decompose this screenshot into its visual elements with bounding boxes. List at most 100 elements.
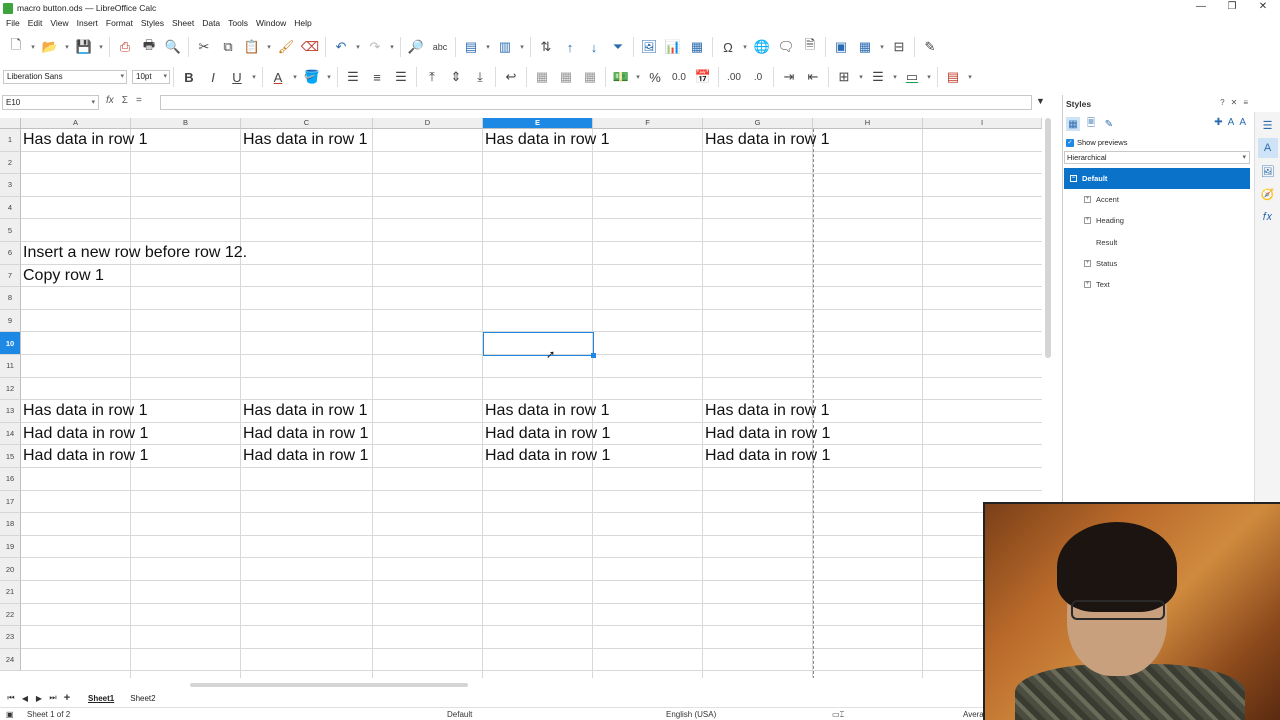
sheet-tab-sheet2[interactable]: Sheet2	[122, 694, 163, 703]
sum-icon[interactable]: Σ	[122, 95, 128, 106]
menu-window[interactable]: Window	[252, 18, 290, 28]
copy-icon[interactable]: ⧉	[216, 35, 240, 59]
row-header-20[interactable]: 20	[0, 558, 21, 581]
unmerge-cells-icon[interactable]: ▦	[578, 65, 602, 89]
menu-tools[interactable]: Tools	[224, 18, 252, 28]
formula-input[interactable]	[160, 95, 1032, 110]
row-header-10[interactable]: 10	[0, 332, 21, 355]
expander-icon[interactable]: +	[1084, 259, 1091, 267]
page-styles-icon[interactable]: 🗏	[1084, 117, 1098, 131]
previous-sheet-icon[interactable]: ◀	[18, 694, 32, 703]
name-box[interactable]: E10 ▾	[2, 95, 99, 110]
cell-styles-icon[interactable]: ▦	[1066, 117, 1080, 131]
cell-c14[interactable]: Had data in row 1	[241, 423, 368, 445]
comment-icon[interactable]: 🗨	[774, 35, 798, 59]
open-folder-icon[interactable]: 📂	[38, 35, 62, 59]
style-item-default[interactable]: − Default	[1064, 168, 1250, 189]
merge-cells-icon[interactable]: ▦	[554, 65, 578, 89]
undo-dropdown-icon[interactable]: ▾	[353, 35, 363, 59]
sheet-tab-sheet1[interactable]: Sheet1	[80, 694, 122, 703]
border-style-dropdown-icon[interactable]: ▾	[890, 65, 900, 89]
cell-c1[interactable]: Has data in row 1	[241, 129, 368, 151]
column-header-c[interactable]: C	[241, 118, 373, 129]
row-header-18[interactable]: 18	[0, 513, 21, 536]
minimize-button[interactable]: —	[1186, 0, 1216, 16]
font-size-dropdown-icon[interactable]: ▾	[163, 71, 167, 83]
expander-icon[interactable]: +	[1084, 217, 1091, 225]
cell-a7[interactable]: Copy row 1	[21, 265, 104, 287]
cell-e13[interactable]: Has data in row 1	[483, 400, 610, 422]
font-color-dropdown-icon[interactable]: ▾	[290, 65, 300, 89]
cell-g15[interactable]: Had data in row 1	[703, 445, 830, 467]
special-character-dropdown-icon[interactable]: ▾	[740, 35, 750, 59]
insert-image-icon[interactable]: 🖼	[637, 35, 661, 59]
increase-indent-icon[interactable]: ⇥	[777, 65, 801, 89]
expand-formula-bar-icon[interactable]: ▼	[1036, 96, 1045, 106]
style-item-heading[interactable]: + Heading	[1064, 210, 1250, 231]
row-header-22[interactable]: 22	[0, 603, 21, 627]
currency-dropdown-icon[interactable]: ▾	[633, 65, 643, 89]
formula-icon[interactable]: =	[136, 95, 142, 106]
underline-dropdown-icon[interactable]: ▾	[249, 65, 259, 89]
expander-icon[interactable]: +	[1084, 196, 1091, 203]
row-header-14[interactable]: 14	[0, 422, 21, 446]
menu-edit[interactable]: Edit	[24, 18, 47, 28]
menu-file[interactable]: File	[2, 18, 24, 28]
open-dropdown-icon[interactable]: ▾	[62, 35, 72, 59]
menu-format[interactable]: Format	[102, 18, 137, 28]
style-item-result[interactable]: Result	[1064, 232, 1250, 253]
horizontal-scrollbar[interactable]	[190, 683, 468, 687]
sort-ascending-icon[interactable]: ↑	[558, 35, 582, 59]
cell-a14[interactable]: Had data in row 1	[21, 423, 148, 445]
menu-styles[interactable]: Styles	[137, 18, 168, 28]
autofill-handle[interactable]	[591, 353, 596, 358]
row-icon[interactable]: ▤	[459, 35, 483, 59]
style-filter-select[interactable]: Hierarchical ▾	[1064, 151, 1250, 164]
fill-format-mode-icon[interactable]: ✎	[1102, 117, 1116, 131]
background-color-icon[interactable]: 🪣	[300, 65, 324, 89]
cell-c13[interactable]: Has data in row 1	[241, 400, 368, 422]
print-icon[interactable]: 🖶	[137, 35, 161, 59]
undo-icon[interactable]: ↶	[329, 35, 353, 59]
autofilter-icon[interactable]: ⏷	[606, 35, 630, 59]
print-preview-icon[interactable]: 🔍	[161, 35, 185, 59]
insert-chart-icon[interactable]: 📊	[661, 35, 685, 59]
wrap-text-icon[interactable]: ↩	[499, 65, 523, 89]
paste-icon[interactable]: 📋	[240, 35, 264, 59]
functions-deck-icon[interactable]: 𝑓𝑥	[1258, 207, 1278, 227]
row-header-4[interactable]: 4	[0, 196, 21, 220]
menu-insert[interactable]: Insert	[73, 18, 102, 28]
maximize-button[interactable]: ❐	[1217, 0, 1247, 16]
row-header-17[interactable]: 17	[0, 490, 21, 514]
font-color-icon[interactable]: A	[266, 65, 290, 89]
row-header-19[interactable]: 19	[0, 535, 21, 559]
menu-view[interactable]: View	[46, 18, 72, 28]
column-dropdown-icon[interactable]: ▾	[517, 35, 527, 59]
align-right-icon[interactable]: ☰	[389, 65, 413, 89]
menu-sheet[interactable]: Sheet	[168, 18, 198, 28]
row-header-3[interactable]: 3	[0, 174, 21, 197]
row-header-8[interactable]: 8	[0, 287, 21, 310]
redo-dropdown-icon[interactable]: ▾	[387, 35, 397, 59]
border-color-dropdown-icon[interactable]: ▾	[924, 65, 934, 89]
center-vertically-icon[interactable]: ⇕	[444, 65, 468, 89]
cell-g14[interactable]: Had data in row 1	[703, 423, 830, 445]
clear-formatting-icon[interactable]: ⌫	[298, 35, 322, 59]
column-icon[interactable]: ▥	[493, 35, 517, 59]
row-header-11[interactable]: 11	[0, 355, 21, 378]
row-header-15[interactable]: 15	[0, 445, 21, 468]
border-style-icon[interactable]: ☰	[866, 65, 890, 89]
column-header-i[interactable]: I	[923, 118, 1042, 129]
sort-icon[interactable]: ⇅	[534, 35, 558, 59]
align-center-icon[interactable]: ≡	[365, 65, 389, 89]
merge-center-icon[interactable]: ▦	[530, 65, 554, 89]
navigator-deck-icon[interactable]: 🧭	[1258, 184, 1278, 204]
select-all-corner[interactable]	[0, 118, 21, 129]
cell-e1[interactable]: Has data in row 1	[483, 129, 610, 151]
column-header-e[interactable]: E	[483, 118, 593, 129]
special-character-icon[interactable]: Ω	[716, 35, 740, 59]
vertical-scroll-thumb[interactable]	[1045, 118, 1051, 358]
conditional-formatting-icon[interactable]: ▤	[941, 65, 965, 89]
font-name-box[interactable]: Liberation Sans ▾	[3, 70, 127, 84]
currency-format-icon[interactable]: 💵	[609, 65, 633, 89]
